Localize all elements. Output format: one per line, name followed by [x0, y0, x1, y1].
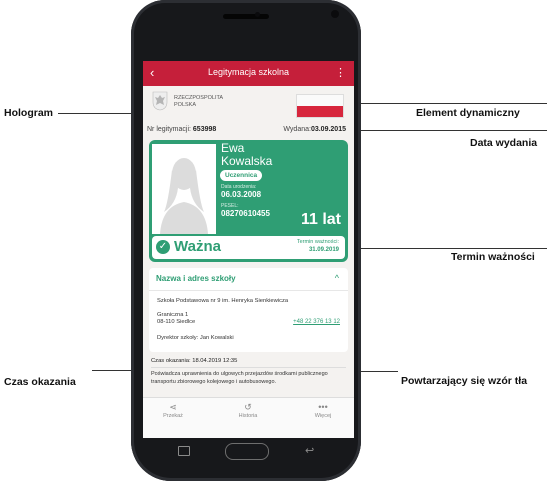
callout-wzor-tla: Powtarzający się wzór tła: [401, 375, 528, 387]
eagle-emblem-icon: [152, 91, 168, 111]
flag-dynamic-element: [296, 94, 344, 118]
validity-strip: ✓ Ważna Termin ważności: 31.09.2019: [152, 236, 345, 259]
school-name: Szkoła Podstawowa nr 9 im. Henryka Sienk…: [157, 298, 289, 304]
phone-screen: ‹ Legitymacja szkolna ⋮ RZECZPOSPOLITA P…: [143, 61, 354, 438]
person-silhouette-icon: [152, 144, 216, 234]
dob-value: 06.03.2008: [221, 190, 262, 199]
page-title: Legitymacja szkolna: [207, 67, 290, 77]
school-phone-link[interactable]: +48 22 376 13 12: [293, 319, 340, 325]
hardware-buttons: ↩: [131, 438, 361, 472]
age: 11 lat: [300, 211, 341, 228]
callout-element-dynamiczny: Element dynamiczny: [416, 107, 520, 119]
share-icon: ⋖: [169, 402, 177, 412]
expiry-label: Termin ważności:: [296, 239, 339, 245]
id-number-row: Nr legitymacji: 653998: [147, 126, 217, 133]
nav-wiecej[interactable]: ••• Więcej: [293, 401, 353, 419]
divider: [151, 367, 346, 368]
shown-timestamp: Czas okazania: 18.04.2019 12:35: [151, 358, 238, 364]
school-panel: Nazwa i adres szkoły ^ Szkoła Podstawowa…: [149, 268, 348, 352]
more-icon: •••: [318, 402, 328, 412]
menu-icon[interactable]: ⋮: [335, 65, 346, 81]
callout-data-wydania: Data wydania: [470, 137, 538, 149]
leader-line: [335, 248, 547, 249]
check-icon: ✓: [156, 240, 170, 254]
front-camera: [331, 10, 339, 18]
school-director: Dyrektor szkoły: Jan Kowalski: [157, 335, 234, 341]
id-number: 653998: [192, 126, 217, 133]
pesel-value: 08270610455: [221, 209, 270, 218]
status-valid: Ważna: [174, 238, 221, 255]
nav-przekaz[interactable]: ⋖ Przekaż: [143, 401, 203, 419]
leader-line: [340, 103, 547, 104]
callout-termin-waznosci: Termin ważności: [451, 251, 535, 263]
first-name: Ewa: [221, 141, 245, 155]
school-street: Graniczna 1: [157, 312, 189, 318]
divider: [149, 290, 348, 291]
role-badge: Uczennica: [220, 170, 263, 181]
expiry-date: 31.09.2019: [308, 247, 339, 253]
school-city: 08-110 Siedlce: [157, 319, 196, 325]
hardware-back-button[interactable]: ↩: [305, 444, 314, 457]
last-name: Kowalska: [221, 154, 273, 168]
recent-apps-button[interactable]: [178, 446, 190, 456]
issue-date: 03.09.2015: [310, 126, 346, 133]
id-card: Ewa Kowalska Uczennica Data urodzenia: 0…: [149, 140, 348, 262]
bottom-nav: ⋖ Przekaż ↺ Historia ••• Więcej: [143, 397, 354, 438]
issue-date-row: Wydana:03.09.2015: [283, 126, 346, 133]
app-bar: ‹ Legitymacja szkolna ⋮: [143, 61, 354, 86]
callout-czas-okazania: Czas okazania: [4, 376, 76, 388]
photo: [152, 144, 216, 234]
leader-line: [345, 130, 547, 131]
entitlement-note: Poświadcza uprawnienia do ulgowych przej…: [151, 371, 328, 385]
home-button[interactable]: [225, 443, 269, 460]
chevron-up-icon[interactable]: ^: [335, 273, 339, 283]
nav-historia[interactable]: ↺ Historia: [218, 401, 278, 419]
school-header[interactable]: Nazwa i adres szkoły: [156, 274, 236, 283]
country-name: RZECZPOSPOLITA POLSKA: [174, 95, 224, 108]
callout-hologram: Hologram: [4, 107, 54, 119]
phone-top-bezel: [131, 0, 361, 60]
history-icon: ↺: [244, 402, 252, 412]
sensor: [255, 12, 260, 17]
speaker-grille: [223, 14, 269, 19]
